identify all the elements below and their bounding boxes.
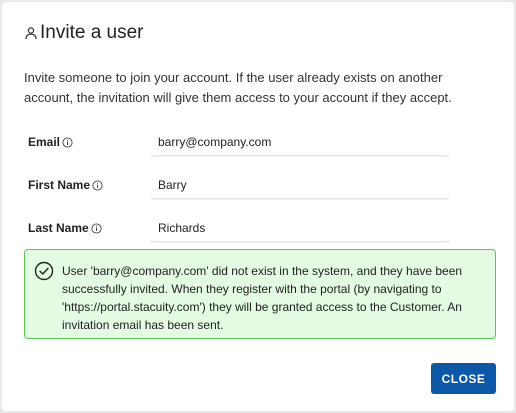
first-name-label-text: First Name bbox=[28, 178, 91, 192]
close-button[interactable]: CLOSE bbox=[431, 363, 496, 394]
last-name-field[interactable] bbox=[150, 214, 450, 242]
email-label-text: Email bbox=[28, 135, 61, 149]
info-icon[interactable] bbox=[62, 136, 73, 148]
email-label: Email bbox=[28, 135, 73, 149]
success-alert: User 'barry@company.com' did not exist i… bbox=[24, 249, 496, 339]
dialog-title: Invite a user bbox=[24, 22, 144, 44]
invite-user-dialog: Invite a user Invite someone to join you… bbox=[2, 2, 514, 411]
user-icon bbox=[24, 26, 38, 40]
last-name-label: Last Name bbox=[28, 221, 102, 235]
check-circle-icon bbox=[34, 261, 54, 281]
last-name-label-text: Last Name bbox=[28, 221, 89, 235]
dialog-title-text: Invite a user bbox=[40, 22, 144, 43]
info-icon[interactable] bbox=[92, 179, 103, 191]
first-name-label: First Name bbox=[28, 178, 103, 192]
first-name-field[interactable] bbox=[150, 171, 450, 199]
dialog-description: Invite someone to join your account. If … bbox=[24, 70, 452, 105]
email-field[interactable] bbox=[150, 128, 450, 156]
info-icon[interactable] bbox=[91, 222, 102, 234]
alert-message: User 'barry@company.com' did not exist i… bbox=[62, 264, 463, 332]
